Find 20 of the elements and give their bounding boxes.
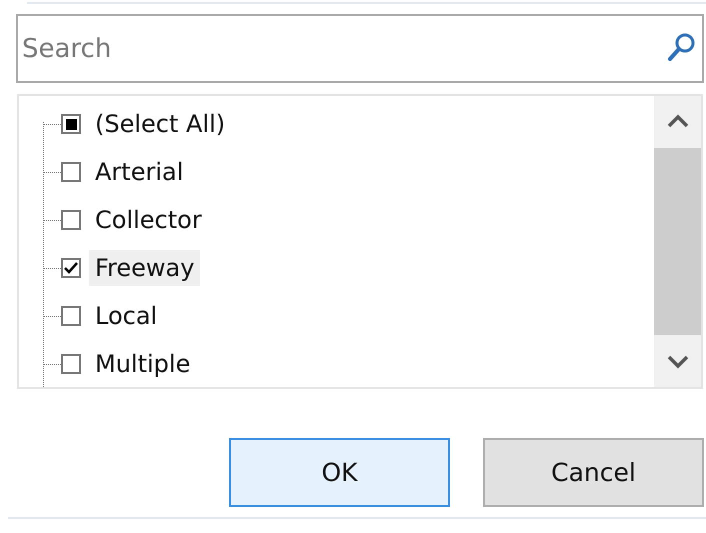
- list-item[interactable]: Freeway: [89, 250, 200, 286]
- checkbox[interactable]: [61, 210, 81, 230]
- scrollbar[interactable]: [654, 96, 701, 387]
- list-item[interactable]: Collector: [89, 202, 208, 238]
- checkbox[interactable]: [61, 162, 81, 182]
- checkbox[interactable]: [61, 258, 81, 278]
- dialog-button[interactable]: Cancel: [483, 438, 704, 507]
- scroll-down-icon[interactable]: [666, 355, 688, 369]
- search-icon[interactable]: [666, 32, 696, 64]
- scroll-thumb[interactable]: [654, 148, 701, 335]
- checkbox[interactable]: [61, 306, 81, 326]
- search-field[interactable]: Search: [16, 14, 704, 83]
- list-item[interactable]: Multiple: [89, 346, 196, 382]
- scroll-up-icon[interactable]: [666, 114, 688, 128]
- checkbox[interactable]: [61, 114, 81, 134]
- list-item[interactable]: (Select All): [89, 106, 232, 142]
- list-item[interactable]: Local: [89, 298, 164, 334]
- checkbox[interactable]: [61, 354, 81, 374]
- list-item[interactable]: Arterial: [89, 154, 190, 190]
- dialog-button[interactable]: OK: [229, 438, 450, 507]
